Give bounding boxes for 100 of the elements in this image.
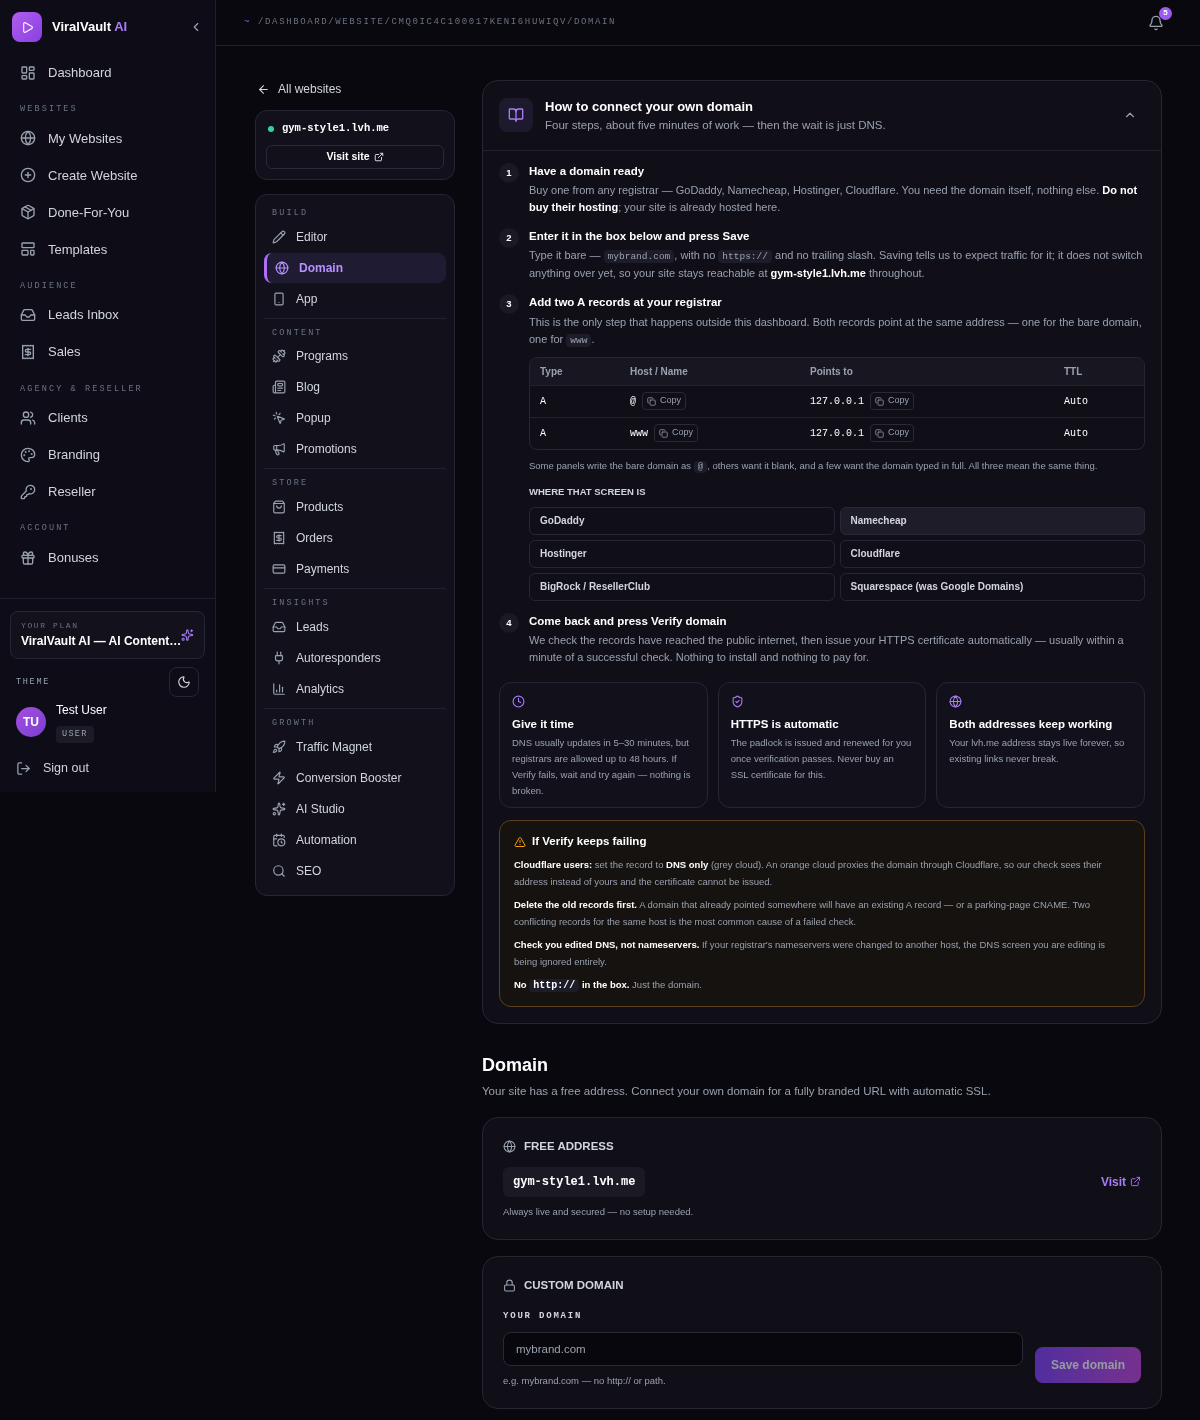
plus-icon xyxy=(20,167,36,184)
section-heading: WEBSITES xyxy=(19,103,79,116)
column-header: TTL xyxy=(1064,364,1084,379)
section-heading: STORE xyxy=(271,477,310,490)
gift-icon xyxy=(20,549,36,566)
guide-header[interactable]: How to connect your own domain Four steps, about five minutes of work — then the wait is just DNS. xyxy=(483,81,1161,151)
card-heading: FREE ADDRESS xyxy=(524,1138,614,1154)
nav-item[interactable]: Promotions xyxy=(264,434,446,465)
lightning-icon xyxy=(272,770,286,785)
megaphone-icon xyxy=(272,442,286,457)
tip-text: The padlock is issued and renewed for you once verification passes. Never buy an SSL certificate for this. xyxy=(730,736,913,783)
tip-text: Your lvh.me address stays live forever, so existing links never break. xyxy=(949,736,1126,767)
newspaper-icon xyxy=(272,380,286,395)
globe-icon xyxy=(949,695,963,708)
nav-item[interactable]: Automation xyxy=(264,824,446,855)
section-heading: AUDIENCE xyxy=(19,279,79,293)
nav-item[interactable]: Orders xyxy=(264,523,446,553)
globe-icon xyxy=(20,130,36,147)
registrar-button[interactable]: GoDaddy xyxy=(529,506,835,535)
copy-button[interactable]: Copy xyxy=(870,392,915,410)
plan-card[interactable]: YOUR PLAN ViralVault AI — AI Content… xyxy=(10,611,205,659)
theme-label: THEME xyxy=(16,675,50,689)
plan-name: ViralVault AI — AI Content… xyxy=(21,633,182,650)
sidebar-item[interactable]: Dashboard xyxy=(12,54,203,91)
calendar-clock-icon xyxy=(272,832,286,847)
step-title: Have a domain ready xyxy=(529,163,646,179)
nav-item[interactable]: SEO xyxy=(264,855,446,886)
nav-item[interactable]: Popup xyxy=(264,403,446,434)
registrar-button[interactable]: Hostinger xyxy=(529,539,835,568)
registrar-button[interactable]: Namecheap xyxy=(839,506,1145,535)
domain-input[interactable]: mybrand.com xyxy=(503,1331,1023,1366)
arrow-left-icon xyxy=(257,82,270,96)
inbox-icon xyxy=(20,307,36,323)
registrar-button[interactable]: Cloudflare xyxy=(839,539,1145,568)
globe-icon xyxy=(503,1139,516,1153)
receipt-icon xyxy=(20,344,36,360)
visit-link[interactable]: Visit xyxy=(1100,1172,1141,1191)
sidebar-item[interactable]: Branding xyxy=(12,436,203,474)
nav-item[interactable]: Autoresponders xyxy=(264,642,446,673)
sidebar-item[interactable]: Sales xyxy=(12,333,203,371)
nav-item[interactable]: Leads xyxy=(264,611,446,642)
registrar-button[interactable]: Squarespace (was Google Domains) xyxy=(839,572,1145,601)
step-text: We check the records have reached the public internet, then issue your HTTPS certificate automatically — usually within a minute of a successful check. Nothing to install and nothing to pay for. xyxy=(529,633,1125,665)
card-heading: CUSTOM DOMAIN xyxy=(524,1278,624,1293)
copy-button[interactable]: Copy xyxy=(654,424,699,442)
section-heading: BUILD xyxy=(271,206,310,220)
records-note: Some panels write the bare domain as @ , others want it blank, and a few want the domain typed in full. All three mean the same thing. xyxy=(529,458,1099,475)
table-cell-text: Auto xyxy=(1064,394,1089,409)
sidebar-item[interactable]: Clients xyxy=(12,399,203,437)
breadcrumb: ~ /DASHBOARD/WEBSITE/CMQ0IC4C100017KENI6HUWIQV/DOMAIN xyxy=(244,15,617,29)
copy-button[interactable]: Copy xyxy=(870,424,915,442)
back-link[interactable]: All websites xyxy=(257,80,342,98)
sidebar-item[interactable]: Bonuses xyxy=(12,539,203,576)
nav-item[interactable]: Programs xyxy=(264,341,446,372)
table-cell-text: www xyxy=(630,426,648,441)
section-heading: INSIGHTS xyxy=(271,597,331,610)
warning-text: No http:// in the box. Just the domain. xyxy=(514,978,703,995)
nav-item[interactable]: Analytics xyxy=(264,673,446,704)
rocket-icon xyxy=(272,739,286,754)
package-icon xyxy=(20,204,36,221)
moon-icon xyxy=(177,675,191,689)
free-address-note: Always live and secured — no setup needed. xyxy=(503,1204,695,1219)
warning-icon xyxy=(514,835,526,848)
nav-item[interactable]: Blog xyxy=(264,372,446,403)
field-hint: e.g. mybrand.com — no http:// or path. xyxy=(503,1373,667,1388)
nav-item[interactable]: Products xyxy=(264,492,446,522)
nav-item[interactable]: Conversion Booster xyxy=(264,762,446,793)
sidebar-item[interactable]: Reseller xyxy=(12,473,203,511)
table-cell-text: A xyxy=(540,394,547,409)
warning-text: Delete the old records first. A domain that already pointed somewhere will have an existing A record — or a parking-page CNAME. Two conflicting records for the same host is the most common cause of a failed check. xyxy=(514,898,1091,930)
inbox-icon xyxy=(272,619,286,634)
card-icon xyxy=(272,562,286,576)
copy-icon xyxy=(875,396,884,406)
sign-out-button[interactable]: Sign out xyxy=(10,759,95,778)
sidebar-item[interactable]: Leads Inbox xyxy=(12,296,203,334)
guide-title: How to connect your own domain xyxy=(545,98,754,116)
nav-item[interactable]: Editor xyxy=(264,221,446,252)
copy-icon xyxy=(875,428,884,438)
nav-item[interactable]: Domain xyxy=(264,252,446,283)
theme-toggle[interactable] xyxy=(169,667,199,697)
sidebar-item[interactable]: Done-For-You xyxy=(12,193,203,231)
nav-item[interactable]: Payments xyxy=(264,554,446,584)
warning-text: Check you edited DNS, not nameservers. If your registrar's nameservers were changed to another host, the DNS screen you are editing is being ignored entirely. xyxy=(514,938,1107,970)
nav-item[interactable]: AI Studio xyxy=(264,793,446,824)
globe-icon xyxy=(275,260,289,275)
template-icon xyxy=(20,241,36,258)
brand-name: ViralVault AI xyxy=(52,18,128,37)
section-heading: CONTENT xyxy=(271,326,324,340)
visit-site-button[interactable]: Visit site xyxy=(266,144,444,169)
sidebar-item[interactable]: Templates xyxy=(12,230,203,268)
registrar-button[interactable]: BigRock / ResellerClub xyxy=(529,572,835,601)
notification-button[interactable]: 5 xyxy=(1140,6,1172,39)
tip-title: Give it time xyxy=(512,717,575,732)
table-cell-text: 127.0.0.1 xyxy=(810,426,864,441)
nav-item[interactable]: App xyxy=(264,283,446,314)
warning-text: Cloudflare users: set the record to DNS only (grey cloud). An orange cloud proxies the domain through Cloudflare, so our check sees their address instead of yours and the certificate cannot be issued. xyxy=(514,858,1103,890)
copy-button[interactable]: Copy xyxy=(642,392,687,410)
sidebar-item[interactable]: Create Website xyxy=(12,156,203,194)
nav-item[interactable]: Traffic Magnet xyxy=(264,731,446,762)
sidebar-item[interactable]: My Websites xyxy=(12,119,203,157)
